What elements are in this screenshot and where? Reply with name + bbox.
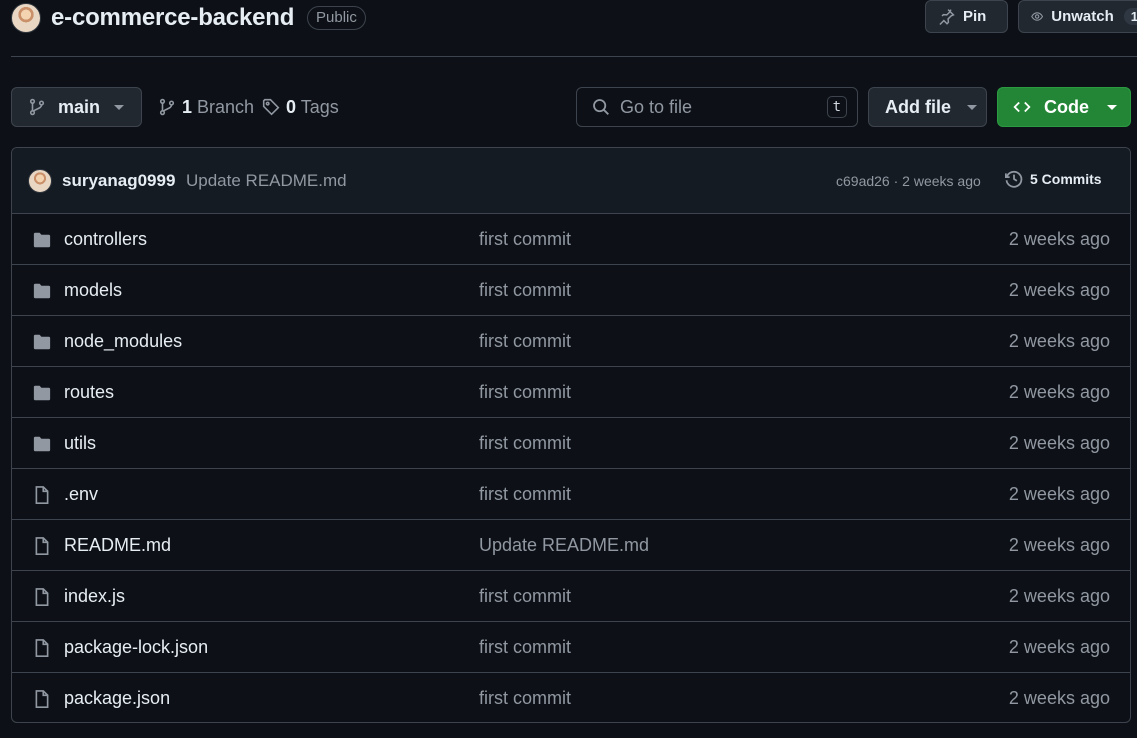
file-commit-message[interactable]: first commit <box>479 586 571 607</box>
file-icon <box>32 587 52 607</box>
file-commit-message[interactable]: Update README.md <box>479 535 649 556</box>
folder-icon <box>32 230 52 250</box>
branch-label: Branch <box>197 96 255 117</box>
folder-icon <box>32 281 52 301</box>
file-name[interactable]: utils <box>64 433 96 454</box>
tag-icon <box>262 98 280 116</box>
file-name[interactable]: package-lock.json <box>64 637 208 658</box>
file-commit-message[interactable]: first commit <box>479 484 571 505</box>
file-commit-message[interactable]: first commit <box>479 382 571 403</box>
search-icon <box>593 99 609 115</box>
file-age: 2 weeks ago <box>1008 688 1110 708</box>
file-commit-message[interactable]: first commit <box>479 280 571 301</box>
chevron-down-icon <box>967 104 977 110</box>
file-icon <box>32 689 52 709</box>
file-row[interactable]: utils first commit 2 weeks ago <box>12 418 1130 469</box>
file-commit-message[interactable]: first commit <box>479 637 571 658</box>
repo-name[interactable]: e-commerce-backend <box>51 2 294 34</box>
file-row[interactable]: controllers first commit 2 weeks ago <box>12 214 1130 265</box>
code-icon <box>1013 101 1031 113</box>
file-row[interactable]: routes first commit 2 weeks ago <box>12 367 1130 418</box>
file-age: 2 weeks ago <box>1008 535 1110 555</box>
shortcut-key: t <box>826 96 847 118</box>
code-button[interactable]: Code <box>997 87 1131 127</box>
add-file-label: Add file <box>885 96 951 117</box>
file-icon <box>32 485 52 505</box>
author-avatar[interactable] <box>28 169 52 193</box>
file-name[interactable]: package.json <box>64 688 170 709</box>
file-name[interactable]: node_modules <box>64 331 182 352</box>
visibility-badge: Public <box>307 6 366 30</box>
add-file-button[interactable]: Add file <box>868 87 987 127</box>
unwatch-label: Unwatch <box>1051 8 1114 25</box>
file-name[interactable]: controllers <box>64 229 147 250</box>
file-commit-message[interactable]: first commit <box>479 433 571 454</box>
file-age: 2 weeks ago <box>1008 484 1110 504</box>
search-placeholder: Go to file <box>620 96 693 117</box>
commits-history-link[interactable]: 5 Commits <box>1004 169 1102 189</box>
repo-header: e-commerce-backend Public Pin Unwatch 1 <box>0 0 1137 56</box>
file-name[interactable]: index.js <box>64 586 125 607</box>
file-name[interactable]: .env <box>64 484 98 505</box>
tag-label: Tags <box>300 96 339 117</box>
branch-name: main <box>58 96 101 117</box>
file-icon <box>32 638 52 658</box>
git-branch-icon <box>159 98 175 116</box>
file-row[interactable]: package.json first commit 2 weeks ago <box>12 673 1130 722</box>
git-branch-icon <box>29 98 45 116</box>
file-table: suryanag0999 Update README.md c69ad26 · … <box>11 147 1131 723</box>
file-commit-message[interactable]: first commit <box>479 229 571 250</box>
unwatch-button[interactable]: Unwatch 1 <box>1018 0 1137 33</box>
file-name[interactable]: models <box>64 280 122 301</box>
history-icon <box>1005 170 1023 188</box>
tags-link[interactable]: 0 Tags <box>262 87 339 127</box>
file-age: 2 weeks ago <box>1008 382 1110 402</box>
latest-commit-bar: suryanag0999 Update README.md c69ad26 · … <box>12 148 1130 214</box>
file-row[interactable]: models first commit 2 weeks ago <box>12 265 1130 316</box>
file-row[interactable]: index.js first commit 2 weeks ago <box>12 571 1130 622</box>
commit-hash-and-time[interactable]: c69ad26 · 2 weeks ago <box>836 173 981 189</box>
folder-icon <box>32 383 52 403</box>
branch-select-button[interactable]: main <box>11 87 142 127</box>
chevron-down-icon <box>114 104 125 110</box>
eye-icon <box>1031 12 1044 21</box>
chevron-down-icon <box>1107 104 1117 110</box>
file-name[interactable]: routes <box>64 382 114 403</box>
file-commit-message[interactable]: first commit <box>479 331 571 352</box>
file-age: 2 weeks ago <box>1008 280 1110 300</box>
file-row[interactable]: node_modules first commit 2 weeks ago <box>12 316 1130 367</box>
folder-icon <box>32 332 52 352</box>
tag-count: 0 <box>286 96 297 117</box>
file-icon <box>32 536 52 556</box>
file-age: 2 weeks ago <box>1008 229 1110 249</box>
branches-link[interactable]: 1 Branch <box>158 87 254 127</box>
watch-count: 1 <box>1123 8 1137 25</box>
pin-icon <box>939 9 955 25</box>
code-label: Code <box>1044 96 1089 117</box>
file-age: 2 weeks ago <box>1008 331 1110 351</box>
file-age: 2 weeks ago <box>1008 433 1110 453</box>
commit-message[interactable]: Update README.md <box>186 171 347 191</box>
owner-avatar[interactable] <box>11 3 41 33</box>
commit-author[interactable]: suryanag0999 <box>62 171 175 191</box>
commits-count-label: 5 Commits <box>1030 171 1102 187</box>
header-divider <box>11 56 1137 57</box>
file-list: controllers first commit 2 weeks ago models… <box>12 214 1130 722</box>
file-row[interactable]: package-lock.json first commit 2 weeks ago <box>12 622 1130 673</box>
file-age: 2 weeks ago <box>1008 637 1110 657</box>
file-commit-message[interactable]: first commit <box>479 688 571 709</box>
file-row[interactable]: README.md Update README.md 2 weeks ago <box>12 520 1130 571</box>
file-row[interactable]: .env first commit 2 weeks ago <box>12 469 1130 520</box>
pin-label: Pin <box>963 8 987 25</box>
file-name[interactable]: README.md <box>64 535 171 556</box>
pin-button[interactable]: Pin <box>925 0 1008 33</box>
branch-count: 1 <box>182 96 193 117</box>
file-age: 2 weeks ago <box>1008 586 1110 606</box>
go-to-file-search[interactable]: Go to file t <box>576 87 858 127</box>
folder-icon <box>32 434 52 454</box>
